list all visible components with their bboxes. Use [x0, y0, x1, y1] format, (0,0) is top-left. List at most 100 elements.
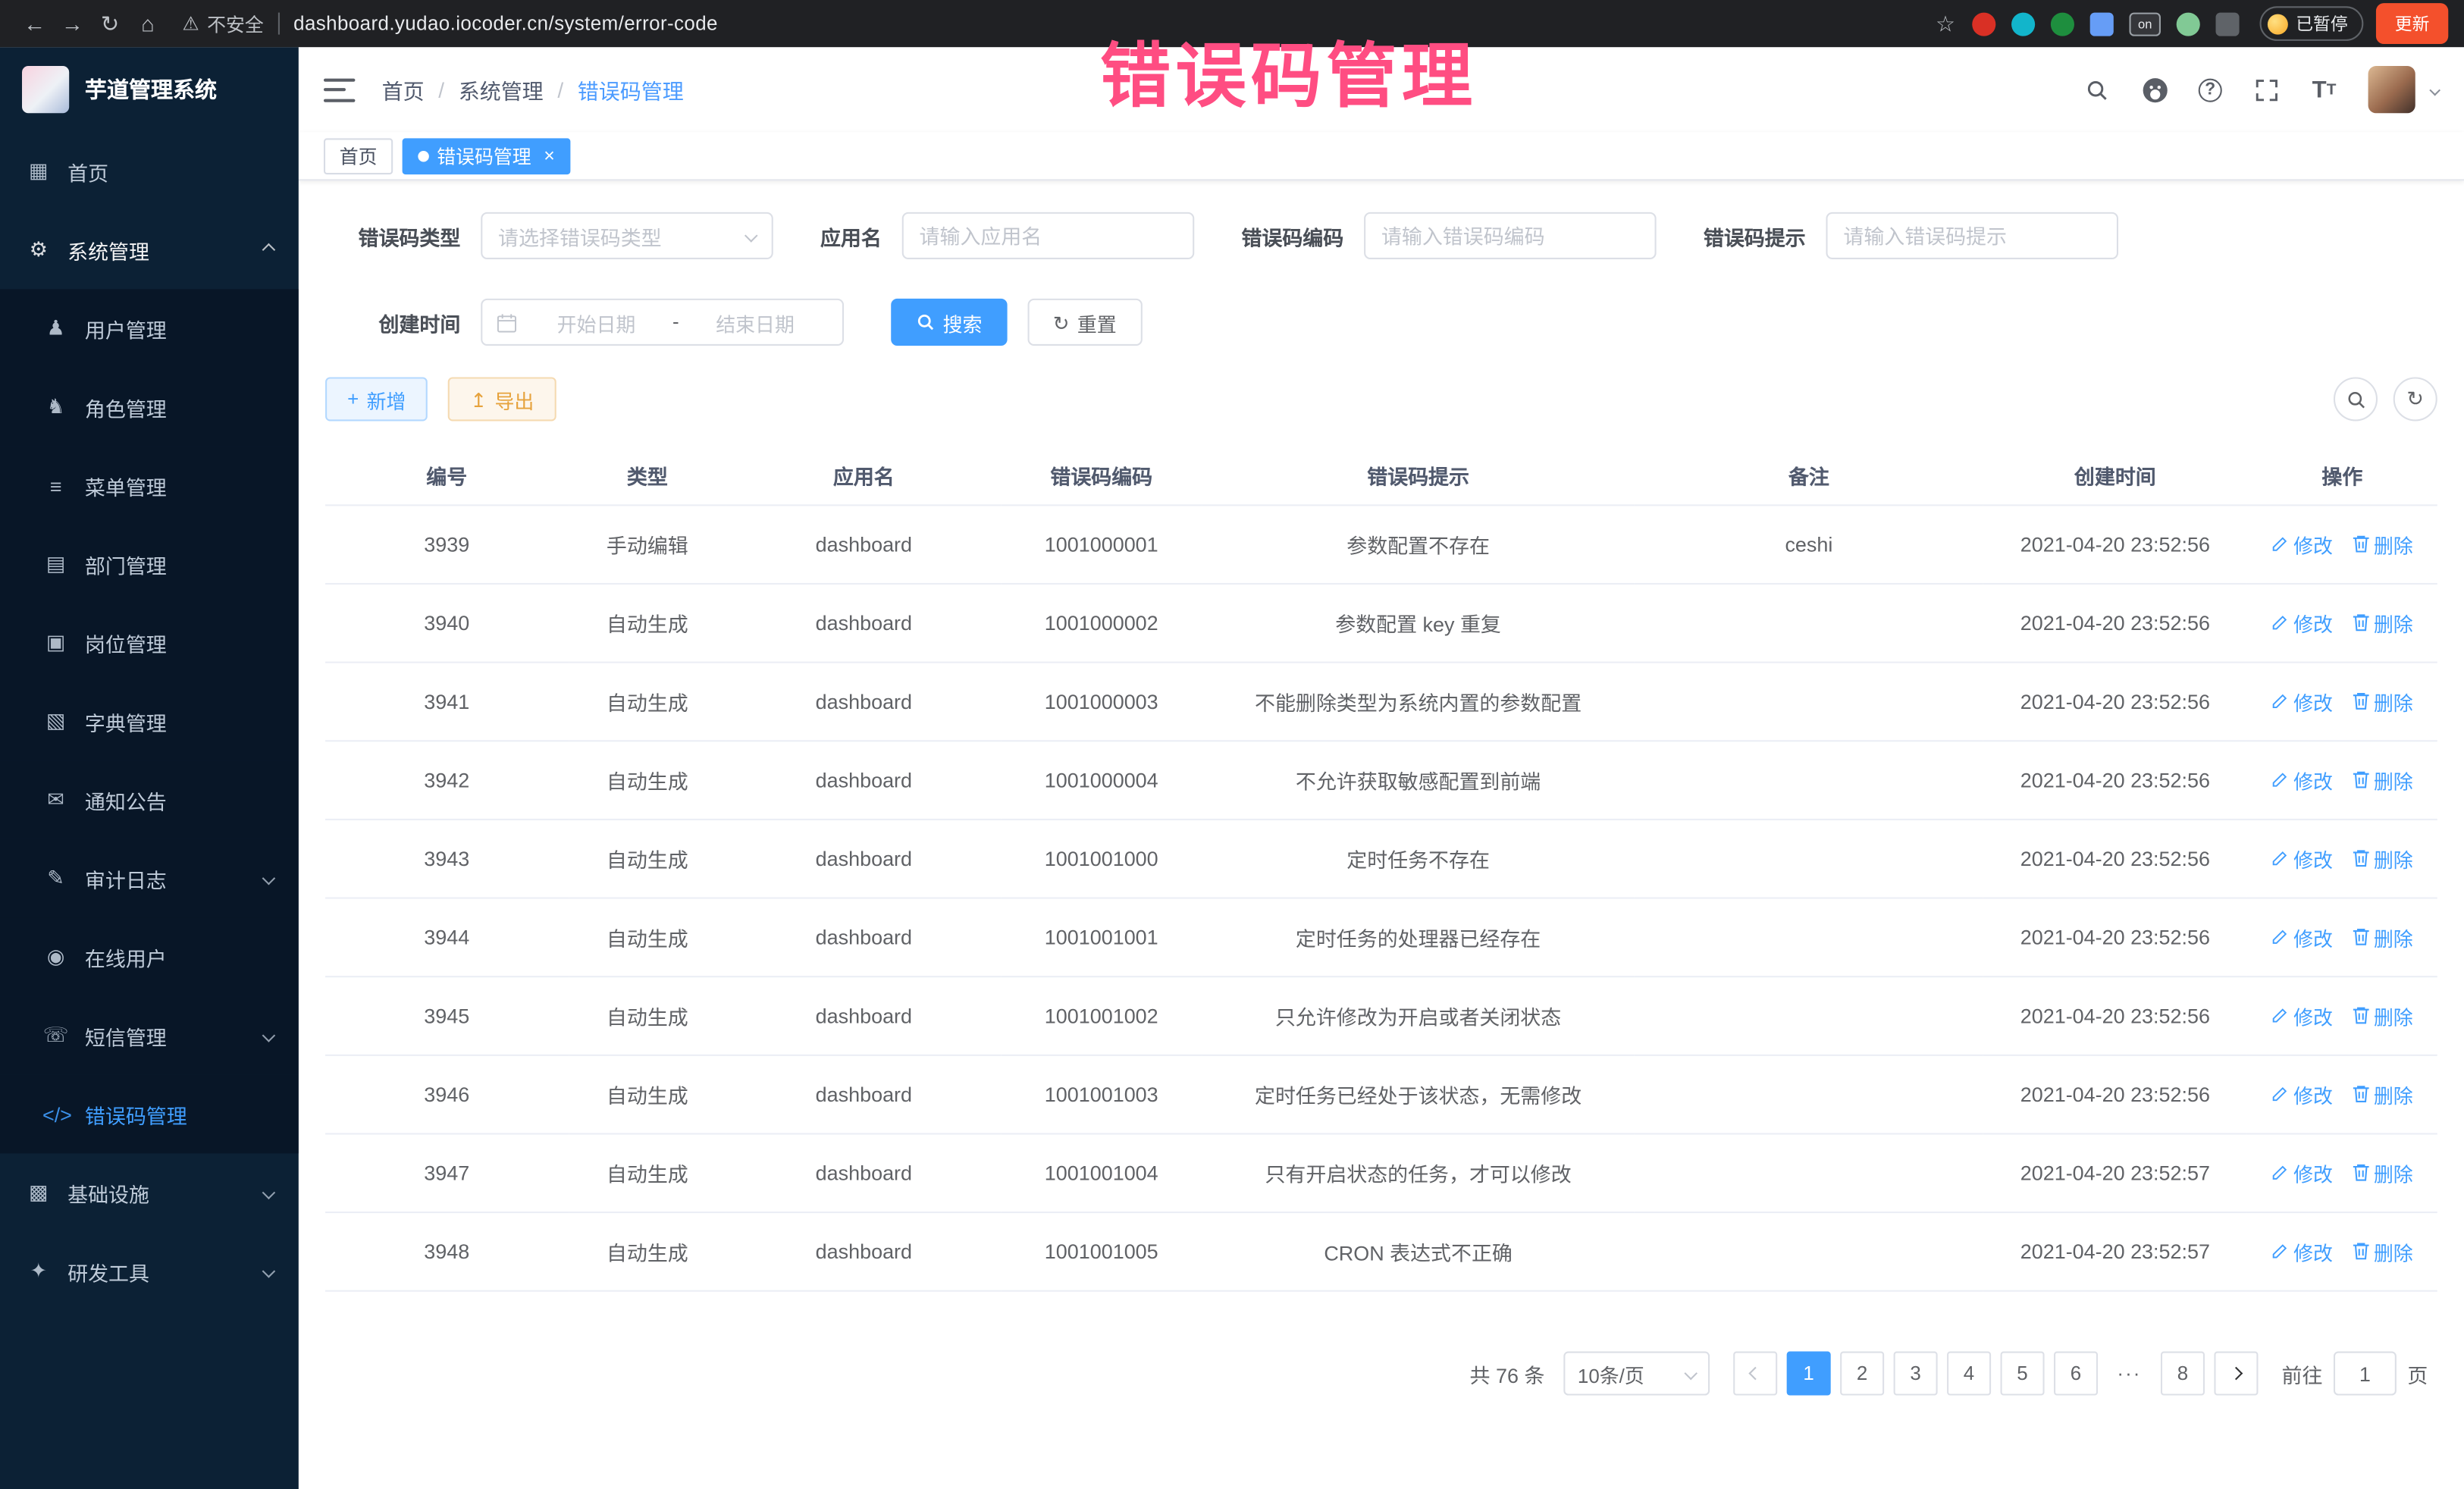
cell-type: 自动生成 — [568, 1213, 726, 1292]
error-hint-input[interactable] — [1826, 212, 2119, 259]
edit-link[interactable]: 修改 — [2271, 609, 2333, 638]
edit-link[interactable]: 修改 — [2271, 923, 2333, 952]
sidebar-item-sms[interactable]: ☏ 短信管理 — [0, 996, 299, 1075]
bookmark-star-icon[interactable]: ☆ — [1926, 0, 1964, 47]
sidebar-item-role[interactable]: ♞ 角色管理 — [0, 368, 299, 447]
cell-app: dashboard — [726, 1056, 1001, 1135]
total-count: 共 76 条 — [1470, 1359, 1545, 1388]
fullscreen-icon[interactable] — [2252, 75, 2280, 103]
prev-page-button[interactable] — [1733, 1352, 1777, 1396]
profile-paused-chip[interactable]: 已暂停 — [2260, 6, 2364, 41]
delete-link[interactable]: 删除 — [2352, 844, 2413, 873]
page-button[interactable]: 1 — [1787, 1352, 1831, 1396]
edit-link[interactable]: 修改 — [2271, 1002, 2333, 1031]
breadcrumb-system[interactable]: 系统管理 — [459, 74, 544, 105]
delete-link[interactable]: 删除 — [2352, 1158, 2413, 1187]
github-icon[interactable] — [2140, 75, 2168, 103]
reload-icon[interactable]: ↻ — [91, 0, 129, 47]
search-icon[interactable] — [2082, 75, 2110, 103]
page-button[interactable]: 8 — [2161, 1352, 2205, 1396]
sidebar-item-department[interactable]: ▤ 部门管理 — [0, 525, 299, 603]
sidebar-item-menu[interactable]: ≡ 菜单管理 — [0, 447, 299, 525]
app-logo[interactable]: 芋道管理系统 — [0, 47, 299, 132]
app-name-input[interactable] — [902, 212, 1195, 259]
cell-time: 2021-04-20 23:52:56 — [1983, 585, 2247, 663]
edit-link[interactable]: 修改 — [2271, 766, 2333, 795]
page-button[interactable]: 3 — [1894, 1352, 1938, 1396]
message-icon: ☏ — [42, 1023, 69, 1048]
extension-on-badge[interactable]: on — [2130, 12, 2161, 36]
sidebar-item-audit-log[interactable]: ✎ 审计日志 — [0, 839, 299, 918]
edit-link[interactable]: 修改 — [2271, 687, 2333, 716]
cell-time: 2021-04-20 23:52:57 — [1983, 1213, 2247, 1292]
tag-error-code[interactable]: 错误码管理 × — [403, 137, 571, 174]
add-button[interactable]: + 新增 — [325, 377, 428, 421]
delete-link[interactable]: 删除 — [2352, 1001, 2413, 1030]
sidebar-item-system[interactable]: ⚙ 系统管理 — [0, 211, 299, 290]
edit-link[interactable]: 修改 — [2271, 1237, 2333, 1267]
tag-home[interactable]: 首页 — [324, 137, 393, 174]
cell-code: 1001001001 — [1001, 899, 1202, 978]
edit-link[interactable]: 修改 — [2271, 845, 2333, 874]
sidebar-item-dictionary[interactable]: ▧ 字典管理 — [0, 682, 299, 761]
page-button[interactable]: 2 — [1840, 1352, 1884, 1396]
extensions-puzzle-icon[interactable] — [2216, 12, 2240, 36]
sidebar-item-devtools[interactable]: ✦ 研发工具 — [0, 1232, 299, 1311]
edit-link[interactable]: 修改 — [2271, 1158, 2333, 1188]
page-button[interactable]: 6 — [2054, 1352, 2098, 1396]
extension-icon-teal[interactable] — [2011, 12, 2035, 36]
page-size-select[interactable]: 10条/页 — [1563, 1352, 1710, 1396]
toggle-search-button[interactable] — [2334, 377, 2378, 421]
forward-icon[interactable]: → — [53, 0, 91, 47]
sidebar-item-online-user[interactable]: ◉ 在线用户 — [0, 917, 299, 996]
user-avatar[interactable] — [2368, 66, 2415, 113]
export-button[interactable]: ↥ 导出 — [448, 377, 556, 421]
error-type-select[interactable]: 请选择错误码类型 — [481, 212, 773, 259]
chevron-down-icon — [745, 229, 758, 243]
address-bar[interactable]: ⚠ 不安全 dashboard.yudao.iocoder.cn/system/… — [182, 10, 717, 36]
back-icon[interactable]: ← — [16, 0, 54, 47]
hamburger-icon[interactable] — [324, 78, 355, 102]
sidebar-item-error-code[interactable]: </> 错误码管理 — [0, 1075, 299, 1154]
tag-close-icon[interactable]: × — [544, 146, 555, 165]
create-time-range-picker[interactable]: 开始日期 - 结束日期 — [481, 299, 844, 346]
edit-link[interactable]: 修改 — [2271, 1080, 2333, 1109]
delete-link[interactable]: 删除 — [2352, 1237, 2413, 1266]
extension-icon-blue[interactable] — [2090, 12, 2114, 36]
sidebar-item-post[interactable]: ▣ 岗位管理 — [0, 603, 299, 682]
page-button[interactable]: 4 — [1947, 1352, 1991, 1396]
delete-link[interactable]: 删除 — [2352, 608, 2413, 638]
extension-icon-green[interactable] — [2051, 12, 2074, 36]
extension-icon-red[interactable] — [1972, 12, 1995, 36]
refresh-table-button[interactable]: ↻ — [2393, 377, 2437, 421]
home-icon[interactable]: ⌂ — [129, 0, 167, 47]
delete-link[interactable]: 删除 — [2352, 529, 2413, 559]
delete-link[interactable]: 删除 — [2352, 765, 2413, 795]
font-size-icon[interactable]: TT — [2310, 75, 2338, 103]
browser-update-button[interactable]: 更新 — [2376, 3, 2448, 44]
delete-link[interactable]: 删除 — [2352, 922, 2413, 951]
breadcrumb-home[interactable]: 首页 — [382, 74, 425, 105]
extension-icon-leaf[interactable] — [2177, 12, 2200, 36]
sidebar-item-infrastructure[interactable]: ▩ 基础设施 — [0, 1153, 299, 1232]
sidebar-item-announcement[interactable]: ✉ 通知公告 — [0, 760, 299, 839]
table-header-row: 编号 类型 应用名 错误码编码 错误码提示 备注 创建时间 操作 — [325, 447, 2437, 506]
page-button[interactable]: 5 — [2000, 1352, 2044, 1396]
error-code-input[interactable] — [1364, 212, 1657, 259]
sidebar-item-user[interactable]: ♟ 用户管理 — [0, 289, 299, 368]
delete-link[interactable]: 删除 — [2352, 686, 2413, 716]
edit-icon — [2271, 615, 2289, 632]
delete-link[interactable]: 删除 — [2352, 1079, 2413, 1108]
cell-id: 3941 — [325, 663, 568, 742]
chevron-icon — [264, 245, 273, 254]
search-button[interactable]: 搜索 — [891, 299, 1007, 346]
annotation-text: 错误码管理 — [1100, 19, 1477, 121]
reset-button[interactable]: ↻ 重置 — [1028, 299, 1142, 346]
next-page-button[interactable] — [2214, 1352, 2258, 1396]
help-icon[interactable]: ? — [2199, 78, 2222, 102]
goto-page-input[interactable] — [2334, 1352, 2397, 1396]
sidebar-item-home[interactable]: ▦ 首页 — [0, 132, 299, 211]
cell-app: dashboard — [726, 741, 1001, 820]
caret-down-icon[interactable] — [2431, 86, 2438, 93]
edit-link[interactable]: 修改 — [2271, 530, 2333, 560]
